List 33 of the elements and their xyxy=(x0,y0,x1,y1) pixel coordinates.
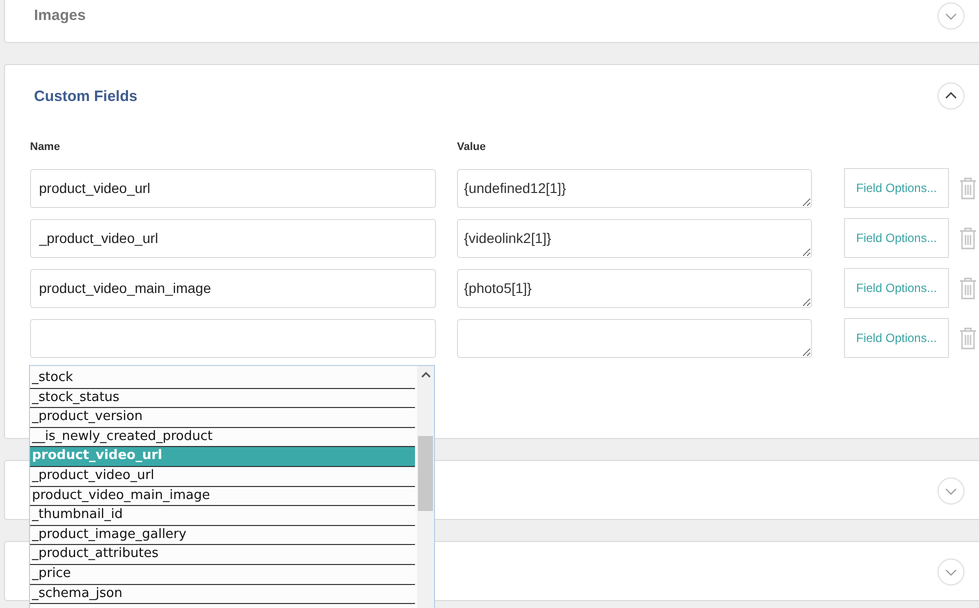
suggestion-item[interactable]: product_video_main_image xyxy=(30,486,415,506)
section-title: Images xyxy=(34,7,86,24)
trash-icon[interactable] xyxy=(959,176,977,200)
value-field[interactable]: {photo5[1]} xyxy=(457,268,812,308)
name-field[interactable]: product_video_main_image xyxy=(30,268,436,308)
scrollbar-thumb[interactable] xyxy=(418,436,433,511)
value-field[interactable]: {videolink2[1]} xyxy=(457,218,812,258)
value-field[interactable] xyxy=(457,318,812,358)
suggestion-item[interactable]: _thumbnail_id xyxy=(30,506,415,526)
name-field[interactable]: product_video_url xyxy=(30,168,436,208)
name-field[interactable]: _product_video_url xyxy=(30,218,436,258)
column-label: Value xyxy=(457,141,486,155)
scroll-up-icon[interactable] xyxy=(421,371,431,378)
suggestion-item[interactable]: _product_attributes xyxy=(30,545,415,565)
expand-icon[interactable] xyxy=(937,477,965,505)
suggestion-item[interactable]: _product_version xyxy=(30,408,415,428)
expand-icon[interactable] xyxy=(937,558,965,586)
trash-icon[interactable] xyxy=(959,276,977,300)
name-field[interactable] xyxy=(30,318,436,358)
trash-icon[interactable] xyxy=(959,226,977,250)
value-field[interactable]: {undefined12[1]} xyxy=(457,168,812,208)
column-label: Name xyxy=(30,141,61,155)
suggestion-item[interactable]: _product_image_gallery xyxy=(30,526,415,546)
expand-icon[interactable] xyxy=(937,2,965,30)
collapse-icon[interactable] xyxy=(937,82,965,110)
suggestion-item[interactable]: _schema_json xyxy=(30,584,415,604)
suggestion-item[interactable]: _stock_status xyxy=(30,388,415,408)
suggestion-item[interactable]: _price xyxy=(30,564,415,585)
scrollbar[interactable] xyxy=(417,366,434,608)
trash-icon[interactable] xyxy=(959,326,977,350)
suggestion-item[interactable]: _product_video_url xyxy=(30,466,415,487)
section-title: Custom Fields xyxy=(34,88,138,104)
suggestion-item[interactable]: _stock xyxy=(30,369,415,389)
